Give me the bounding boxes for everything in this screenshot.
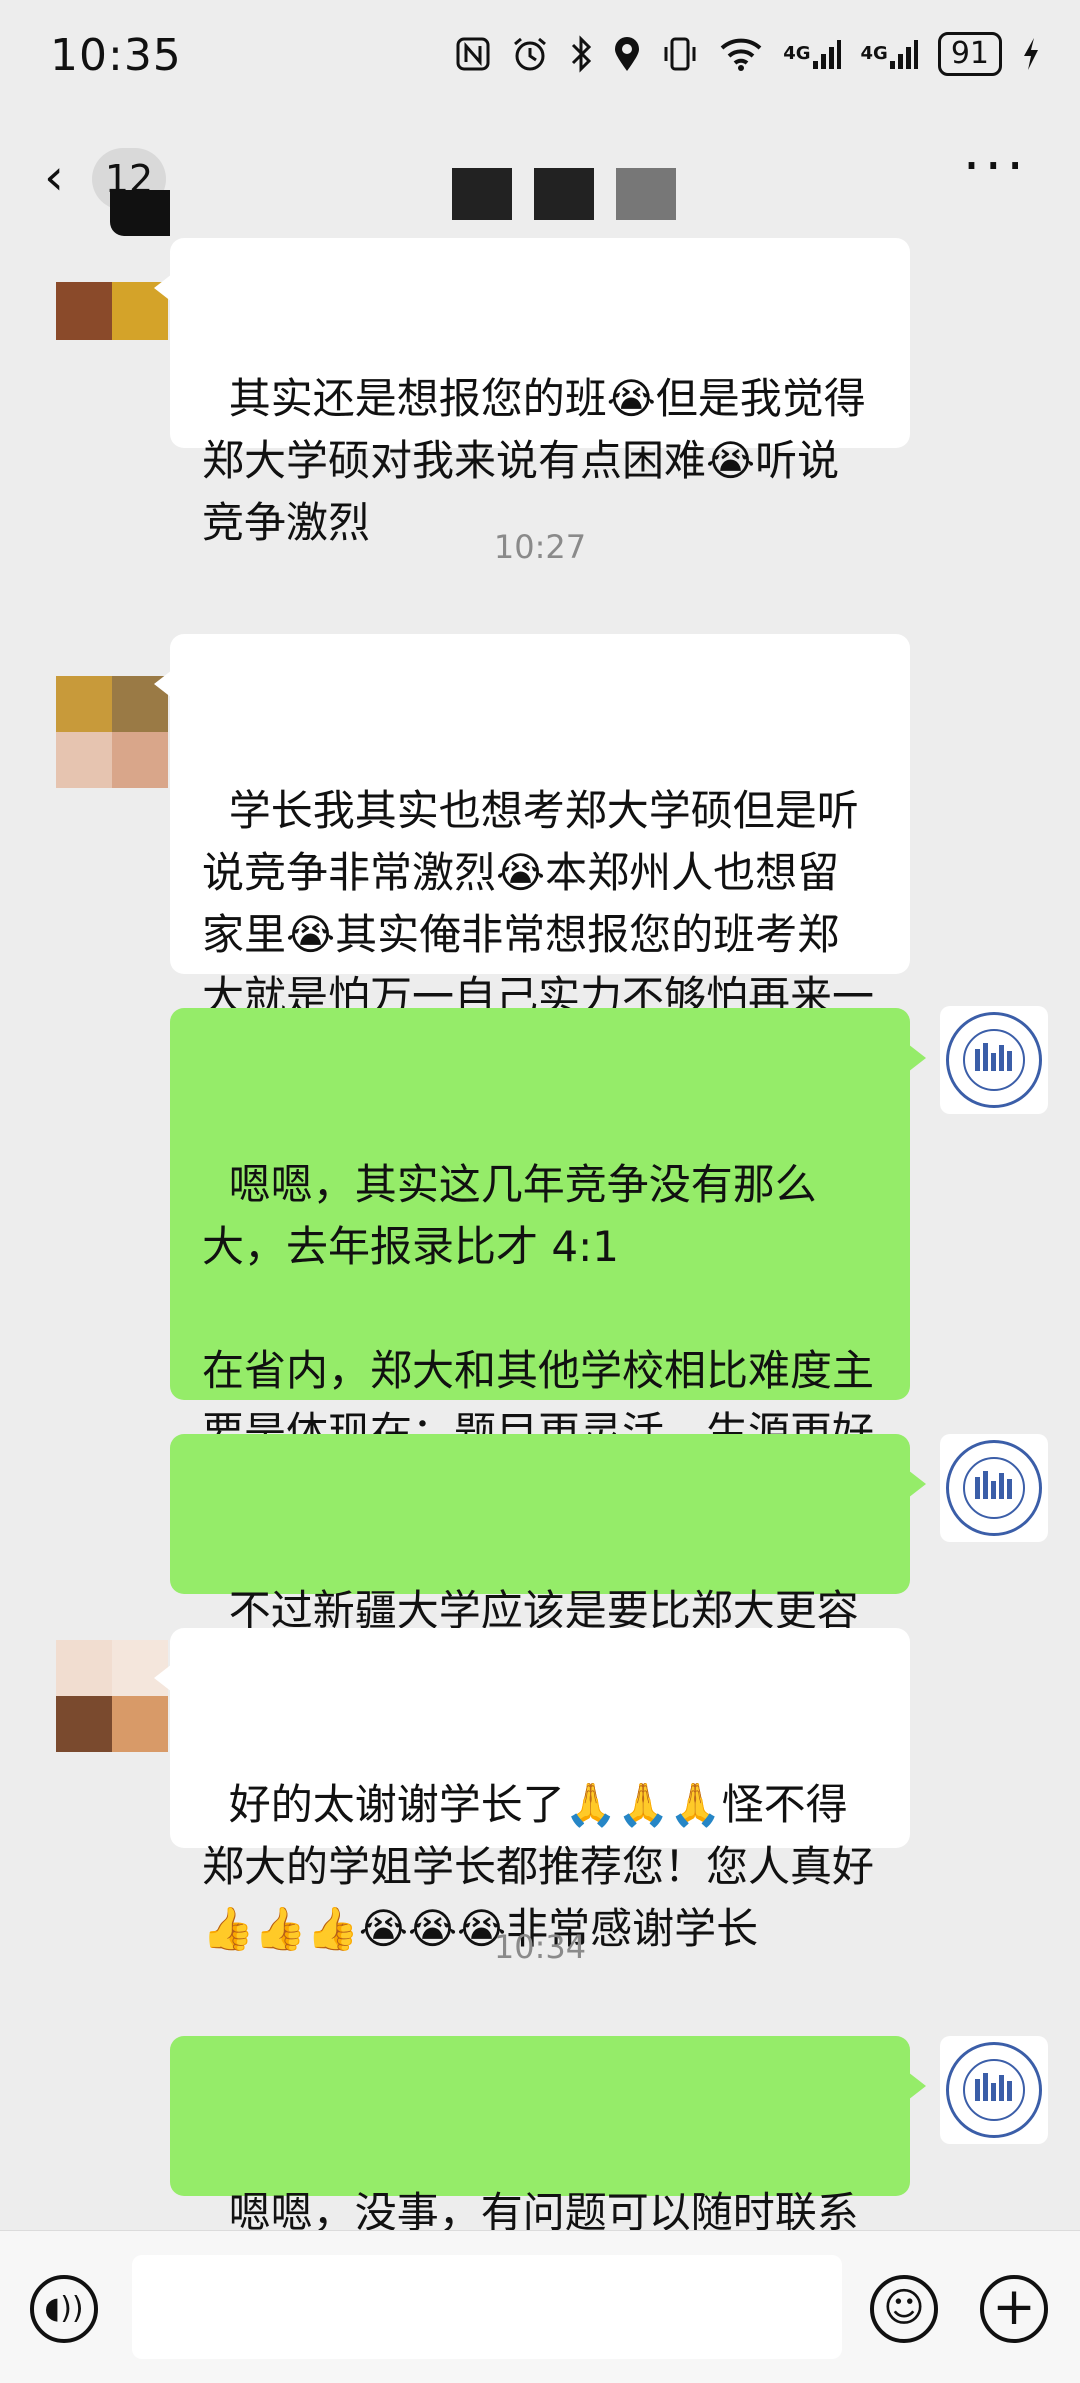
status-icons: 4G 4G 91 [455, 32, 1040, 76]
status-time: 10:35 [50, 30, 182, 81]
voice-icon[interactable]: ◖)) [30, 2275, 98, 2343]
bluetooth-icon [569, 35, 593, 73]
seal-logo [946, 1012, 1042, 1108]
more-dots-icon[interactable]: ··· [963, 134, 1028, 199]
battery-level: 91 [937, 32, 1002, 76]
user-avatar[interactable] [940, 1434, 1048, 1542]
status-bar: 10:35 4G 4G 91 [0, 0, 1080, 110]
message-bubble-outgoing[interactable]: 不过新疆大学应该是要比郑大更容易的 [170, 1434, 926, 1697]
alarm-icon [511, 35, 549, 73]
network-type-1: 4G [783, 43, 811, 64]
message-input[interactable] [132, 2255, 842, 2359]
message-bubble-outgoing[interactable]: 嗯嗯，没事，有问题可以随时联系我哈 [170, 2036, 926, 2299]
emoji-icon[interactable]: ☺ [870, 2275, 938, 2343]
nfc-icon [455, 36, 491, 72]
message-input-bar: ◖)) ☺ + [0, 2230, 1080, 2383]
cellular-signal-1: 4G [783, 37, 841, 71]
message-bubble-incoming[interactable]: 好的太谢谢学长了🙏🙏🙏怪不得郑大的学姐学长都推荐您！您人真好👍👍👍😭😭😭非常感谢… [154, 1628, 910, 1953]
charging-icon [1022, 36, 1040, 72]
chat-title-redacted [452, 168, 676, 220]
message-bubble-outgoing[interactable]: 嗯嗯，其实这几年竞争没有那么大，去年报录比才 4:1 在省内，郑大和其他学校相比… [170, 1008, 926, 1519]
network-type-2: 4G [860, 43, 888, 64]
message-text: 其实还是想报您的班😭但是我觉得郑大学硕对我来说有点困难😭听说竞争激烈 [202, 374, 866, 547]
cellular-signal-2: 4G [861, 37, 918, 71]
vibrate-icon [661, 35, 699, 73]
contact-avatar[interactable] [56, 676, 168, 788]
user-avatar[interactable] [940, 2036, 1048, 2144]
plus-icon[interactable]: + [980, 2275, 1048, 2343]
redaction-block [452, 168, 512, 220]
redaction-block [110, 190, 170, 236]
message-timestamp: 10:34 [493, 1928, 587, 1966]
contact-avatar[interactable] [56, 270, 168, 342]
wifi-icon [719, 36, 763, 72]
redaction-block [616, 168, 676, 220]
message-timestamp: 10:27 [493, 528, 587, 566]
chevron-left-icon[interactable]: ‹ [44, 148, 64, 206]
user-avatar[interactable] [940, 1006, 1048, 1114]
location-icon [613, 35, 641, 73]
contact-avatar[interactable] [56, 1640, 168, 1752]
seal-logo [946, 1440, 1042, 1536]
message-bubble-incoming[interactable]: 其实还是想报您的班😭但是我觉得郑大学硕对我来说有点困难😭听说竞争激烈 [154, 238, 910, 547]
chat-header: ‹ 12 ··· [0, 130, 1080, 236]
message-bubble-incoming[interactable]: 学长我其实也想考郑大学硕但是听说竞争非常激烈😭本郑州人也想留家里😭其实俺非常想报… [154, 634, 910, 1083]
redaction-block [534, 168, 594, 220]
seal-logo [946, 2042, 1042, 2138]
